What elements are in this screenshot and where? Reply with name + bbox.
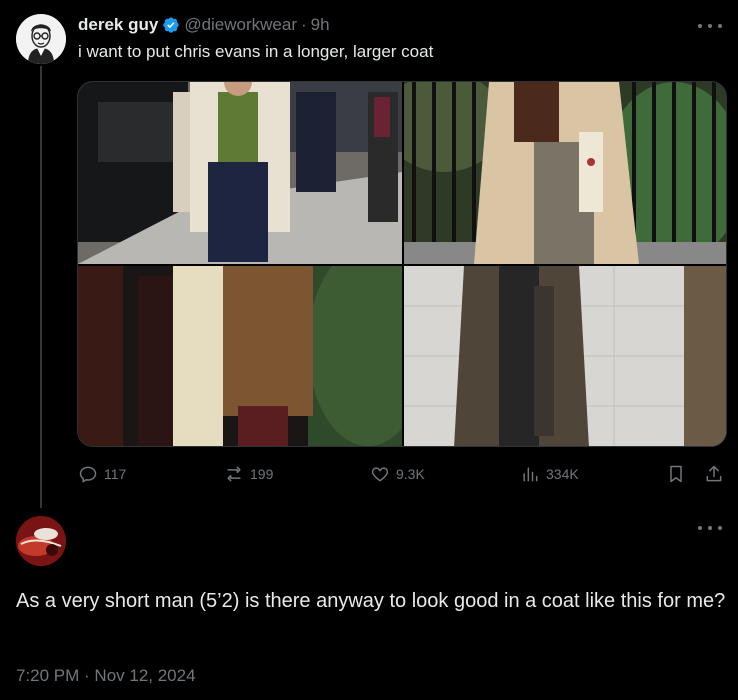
- media-photo-1[interactable]: [78, 82, 402, 264]
- author-name[interactable]: derek guy: [78, 15, 158, 35]
- thread-connector-line: [40, 66, 42, 508]
- share-icon: [706, 465, 722, 482]
- media-photo-2[interactable]: [404, 82, 726, 264]
- tweet-text: i want to put chris evans in a longer, l…: [78, 42, 434, 61]
- reply-action[interactable]: 117: [78, 464, 126, 484]
- retweet-action[interactable]: 199: [224, 464, 273, 484]
- reply-count: 117: [104, 466, 127, 482]
- verified-badge-icon: [163, 17, 179, 33]
- tweet-header: derek guy @dieworkwear · 9h: [78, 14, 330, 36]
- retweet-icon: [227, 466, 241, 482]
- views-icon: [523, 467, 538, 482]
- reply-timestamp[interactable]: 7:20 PM · Nov 12, 2024: [16, 666, 196, 686]
- media-photo-3[interactable]: [78, 266, 402, 446]
- bookmark-action[interactable]: [666, 464, 686, 484]
- author-avatar[interactable]: [16, 14, 66, 64]
- views-count: 334K: [546, 466, 579, 482]
- author-handle[interactable]: @dieworkwear: [184, 15, 297, 35]
- more-icon[interactable]: [698, 18, 722, 34]
- media-photo-4[interactable]: [404, 266, 726, 446]
- retweet-count: 199: [250, 466, 274, 482]
- share-action[interactable]: [704, 464, 724, 484]
- like-count: 9.3K: [396, 466, 425, 482]
- media-grid: [77, 81, 727, 447]
- header-separator: ·: [301, 15, 307, 34]
- like-icon: [371, 467, 389, 482]
- bookmark-icon: [670, 465, 682, 483]
- tweet-relative-time[interactable]: 9h: [311, 15, 330, 35]
- reply-icon: [79, 466, 97, 483]
- reply-text: As a very short man (5’2) is there anywa…: [16, 590, 726, 612]
- reply-author-avatar[interactable]: [16, 516, 66, 566]
- views-action[interactable]: 334K: [520, 464, 579, 484]
- like-action[interactable]: 9.3K: [370, 464, 425, 484]
- tweet-actions: 117 199 9.3K 334K: [78, 464, 728, 488]
- more-icon[interactable]: [698, 520, 722, 536]
